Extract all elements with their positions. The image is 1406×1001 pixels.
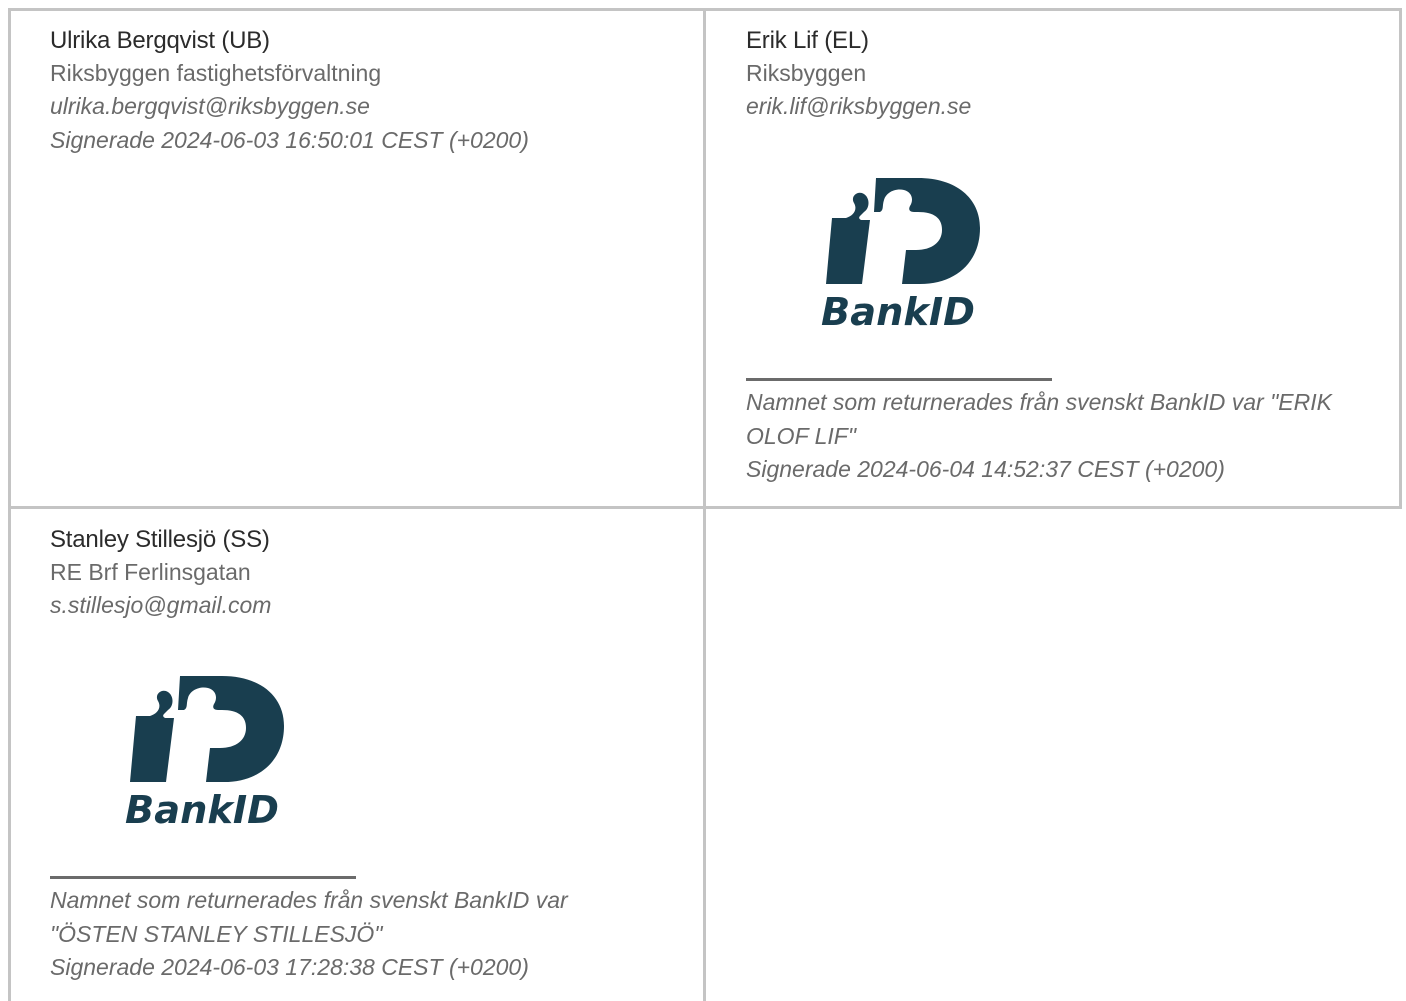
bankid-returned-name: Namnet som returnerades från svenskt Ban… [50,887,568,947]
signer-name: Erik Lif (EL) [746,27,869,54]
bankid-logo-text: BankID [821,290,975,328]
signature-line [50,876,356,879]
signer-block-ub: Ulrika Bergqvist (UB) Riksbyggen fastigh… [50,24,529,157]
signature-table: Ulrika Bergqvist (UB) Riksbyggen fastigh… [0,0,1406,1001]
table-border-center [703,8,706,1001]
bankid-verification: Namnet som returnerades från svenskt Ban… [50,884,610,985]
signed-timestamp: Signerade 2024-06-04 14:52:37 CEST (+020… [746,456,1225,482]
signer-email: s.stillesjo@gmail.com [50,592,272,618]
bankid-logo-icon: BankID [821,178,980,328]
table-border-left [8,8,11,1001]
bankid-returned-name: Namnet som returnerades från svenskt Ban… [746,389,1332,449]
signed-timestamp: Signerade 2024-06-03 17:28:38 CEST (+020… [50,954,529,980]
signer-email: ulrika.bergqvist@riksbyggen.se [50,93,370,119]
bankid-logo-text: BankID [125,788,279,826]
signer-block-el: Erik Lif (EL) Riksbyggen erik.lif@riksby… [746,24,971,124]
signer-organization: Riksbyggen [746,60,867,86]
signer-organization: Riksbyggen fastighetsförvaltning [50,60,382,86]
bankid-verification: Namnet som returnerades från svenskt Ban… [746,386,1376,487]
signer-email: erik.lif@riksbyggen.se [746,93,972,119]
signer-name: Ulrika Bergqvist (UB) [50,27,270,54]
signer-name: Stanley Stillesjö (SS) [50,526,270,553]
bankid-logo-icon: BankID [125,676,284,826]
table-border-right [1399,8,1402,509]
signed-timestamp: Signerade 2024-06-03 16:50:01 CEST (+020… [50,126,529,153]
signer-organization: RE Brf Ferlinsgatan [50,559,251,585]
signer-block-ss: Stanley Stillesjö (SS) RE Brf Ferlinsgat… [50,523,271,623]
signature-line [746,378,1052,381]
